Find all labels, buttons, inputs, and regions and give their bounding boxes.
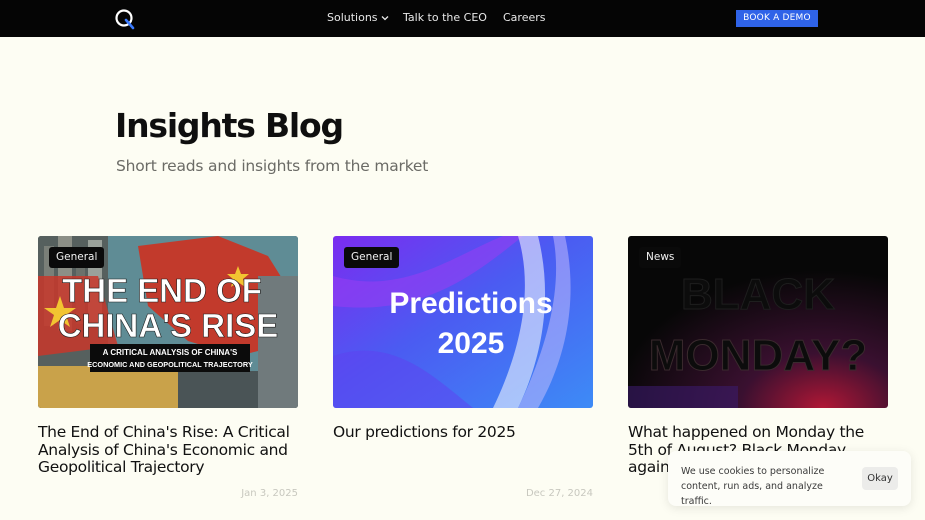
image-sub-line1: A CRITICAL ANALYSIS OF CHINA'S (103, 348, 238, 357)
nav-talk-to-ceo[interactable]: Talk to the CEO (403, 11, 487, 25)
post-date: Jan 3, 2025 (241, 488, 298, 499)
cookie-banner: We use cookies to personalize content, r… (668, 451, 911, 507)
top-nav-bar: Solutions Talk to the CEO Careers BOOK A… (0, 0, 925, 37)
page-subtitle: Short reads and insights from the market (116, 157, 429, 175)
post-thumbnail-predictions[interactable]: Predictions 2025 General (333, 236, 593, 408)
blog-card: BLACK MONDAY? News What happened on Mond… (628, 236, 888, 476)
logo-icon[interactable] (114, 8, 136, 30)
post-title[interactable]: Our predictions for 2025 (333, 423, 595, 442)
cookie-message: We use cookies to personalize content, r… (681, 466, 825, 507)
post-title[interactable]: The End of China's Rise: A Critical Anal… (38, 423, 300, 477)
image-sub-line2: ECONOMIC AND GEOPOLITICAL TRAJECTORY (87, 360, 253, 369)
nav-solutions[interactable]: Solutions (327, 11, 389, 25)
image-line1: BLACK (681, 270, 835, 319)
image-line1: Predictions (389, 287, 552, 320)
category-badge: General (49, 247, 105, 268)
category-badge: General (344, 247, 400, 268)
blog-card: Predictions 2025 General Our predictions… (333, 236, 593, 499)
image-line2: MONDAY? (649, 331, 867, 380)
category-badge: News (639, 247, 682, 268)
nav-careers[interactable]: Careers (503, 11, 546, 25)
nav-solutions-label: Solutions (327, 11, 378, 24)
chevron-down-icon (381, 16, 389, 21)
page-title: Insights Blog (115, 106, 344, 145)
cookie-okay-button[interactable]: Okay (862, 467, 898, 490)
image-line2: 2025 (438, 327, 505, 360)
book-demo-button[interactable]: BOOK A DEMO (736, 10, 818, 27)
image-headline-line2: CHINA'S RISE (58, 307, 279, 344)
image-headline-line1: THE END OF (62, 272, 262, 309)
post-thumbnail-china[interactable]: THE END OF CHINA'S RISE A CRITICAL ANALY… (38, 236, 298, 408)
post-date: Dec 27, 2024 (525, 488, 593, 499)
blog-card: THE END OF CHINA'S RISE A CRITICAL ANALY… (38, 236, 298, 499)
post-thumbnail-black-monday[interactable]: BLACK MONDAY? News (628, 236, 888, 408)
